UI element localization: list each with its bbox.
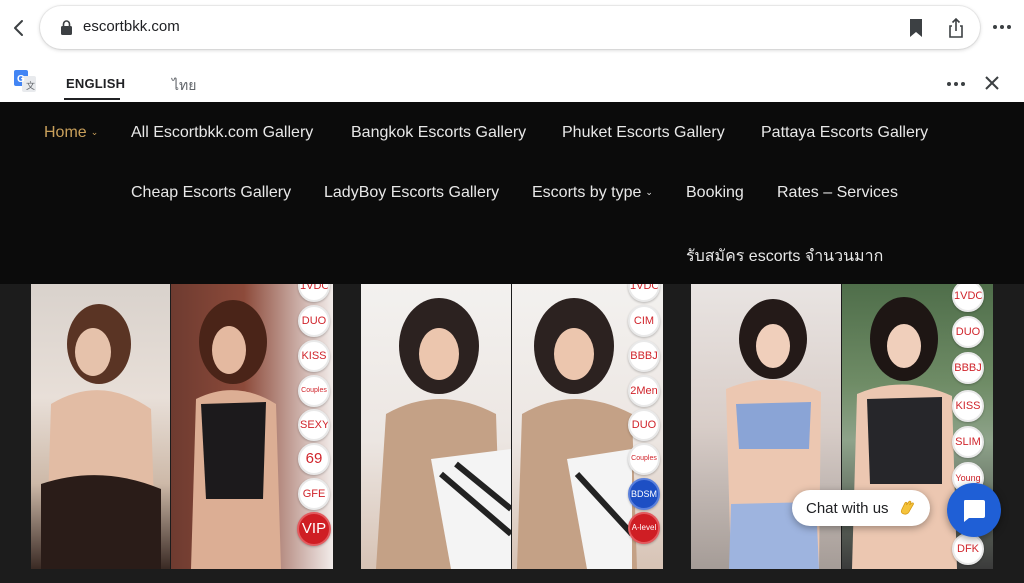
nav-rates-services[interactable]: Rates – Services (777, 184, 898, 202)
chat-icon (964, 500, 985, 522)
photo-silhouette (726, 299, 821, 569)
profile-photo (31, 284, 170, 569)
chevron-down-icon: ⌄ (90, 127, 99, 137)
address-bar[interactable]: escortbkk.com (40, 6, 980, 49)
service-badge: DFK (952, 533, 984, 565)
gallery-card[interactable]: 1VDO CIM BBBJ 2Men DUO Couples BDSM A-le… (361, 284, 663, 569)
chat-launcher-button[interactable] (947, 483, 1001, 537)
nav-home[interactable]: Home ⌄ (44, 124, 98, 142)
service-badge: DUO (952, 316, 984, 348)
translate-options-icon[interactable] (946, 81, 966, 87)
nav-all-gallery[interactable]: All Escortbkk.com Gallery (131, 124, 313, 142)
nav-bangkok-gallery[interactable]: Bangkok Escorts Gallery (351, 124, 526, 142)
nav-booking[interactable]: Booking (686, 184, 744, 202)
gallery-grid: 1VDO DUO KISS Couples SEXY 69 GFE VIP 1V… (0, 284, 1024, 583)
service-badge: GFE (298, 478, 330, 510)
google-translate-icon: G 文 (14, 70, 36, 92)
bookmark-icon[interactable] (908, 18, 924, 38)
service-badge: BBBJ (628, 340, 660, 372)
nav-home-label: Home (44, 124, 87, 141)
service-badge: Couples (298, 375, 330, 407)
service-badge: DUO (628, 409, 660, 441)
chat-prompt-bubble[interactable]: Chat with us (792, 490, 930, 526)
service-badge: 2Men (628, 375, 660, 407)
back-arrow-icon[interactable] (8, 15, 30, 41)
service-badge: 69 (298, 443, 330, 475)
tab-thai[interactable]: ไทย (172, 75, 196, 97)
close-icon[interactable] (983, 74, 1001, 92)
tab-english[interactable]: ENGLISH (66, 76, 125, 91)
active-tab-indicator (64, 98, 120, 100)
service-badge: SLIM (952, 426, 984, 458)
nav-escorts-by-type-label: Escorts by type (532, 184, 642, 201)
chat-label: Chat with us (806, 500, 889, 517)
share-icon[interactable] (947, 17, 965, 39)
nav-cheap-gallery[interactable]: Cheap Escorts Gallery (131, 184, 291, 202)
service-badge: KISS (952, 390, 984, 422)
nav-pattaya-gallery[interactable]: Pattaya Escorts Gallery (761, 124, 928, 142)
svg-text:G: G (17, 74, 25, 85)
service-badge: BBBJ (952, 352, 984, 384)
lock-icon (61, 20, 72, 35)
url-text: escortbkk.com (83, 18, 180, 35)
nav-phuket-gallery[interactable]: Phuket Escorts Gallery (562, 124, 725, 142)
profile-photo (361, 284, 513, 569)
svg-text:文: 文 (26, 80, 35, 92)
service-badge: SEXY (298, 409, 330, 441)
browser-toolbar: escortbkk.com (0, 0, 1024, 56)
site-navigation: Home ⌄ All Escortbkk.com Gallery Bangkok … (0, 102, 1024, 284)
photo-silhouette (376, 298, 513, 569)
service-badge: VIP (297, 512, 331, 546)
translate-bar: G 文 ENGLISH ไทย (0, 56, 1024, 102)
profile-photo (691, 284, 841, 569)
waving-hand-icon (900, 500, 914, 515)
gallery-card[interactable]: 1VDO DUO KISS Couples SEXY 69 GFE VIP (31, 284, 333, 569)
more-options-icon[interactable] (992, 21, 1012, 33)
service-badge: KISS (298, 340, 330, 372)
service-badge: Couples (628, 443, 660, 475)
photo-silhouette (41, 304, 161, 569)
service-badge: DUO (298, 305, 330, 337)
service-badge: BDSM (628, 478, 660, 510)
chevron-down-icon: ⌄ (645, 187, 653, 197)
service-badge: A-level (628, 512, 660, 544)
nav-escorts-by-type[interactable]: Escorts by type ⌄ (532, 184, 653, 202)
nav-ladyboy-gallery[interactable]: LadyBoy Escorts Gallery (324, 184, 499, 202)
service-badge: CIM (628, 305, 660, 337)
nav-recruit[interactable]: รับสมัคร escorts จำนวนมาก (686, 244, 883, 269)
